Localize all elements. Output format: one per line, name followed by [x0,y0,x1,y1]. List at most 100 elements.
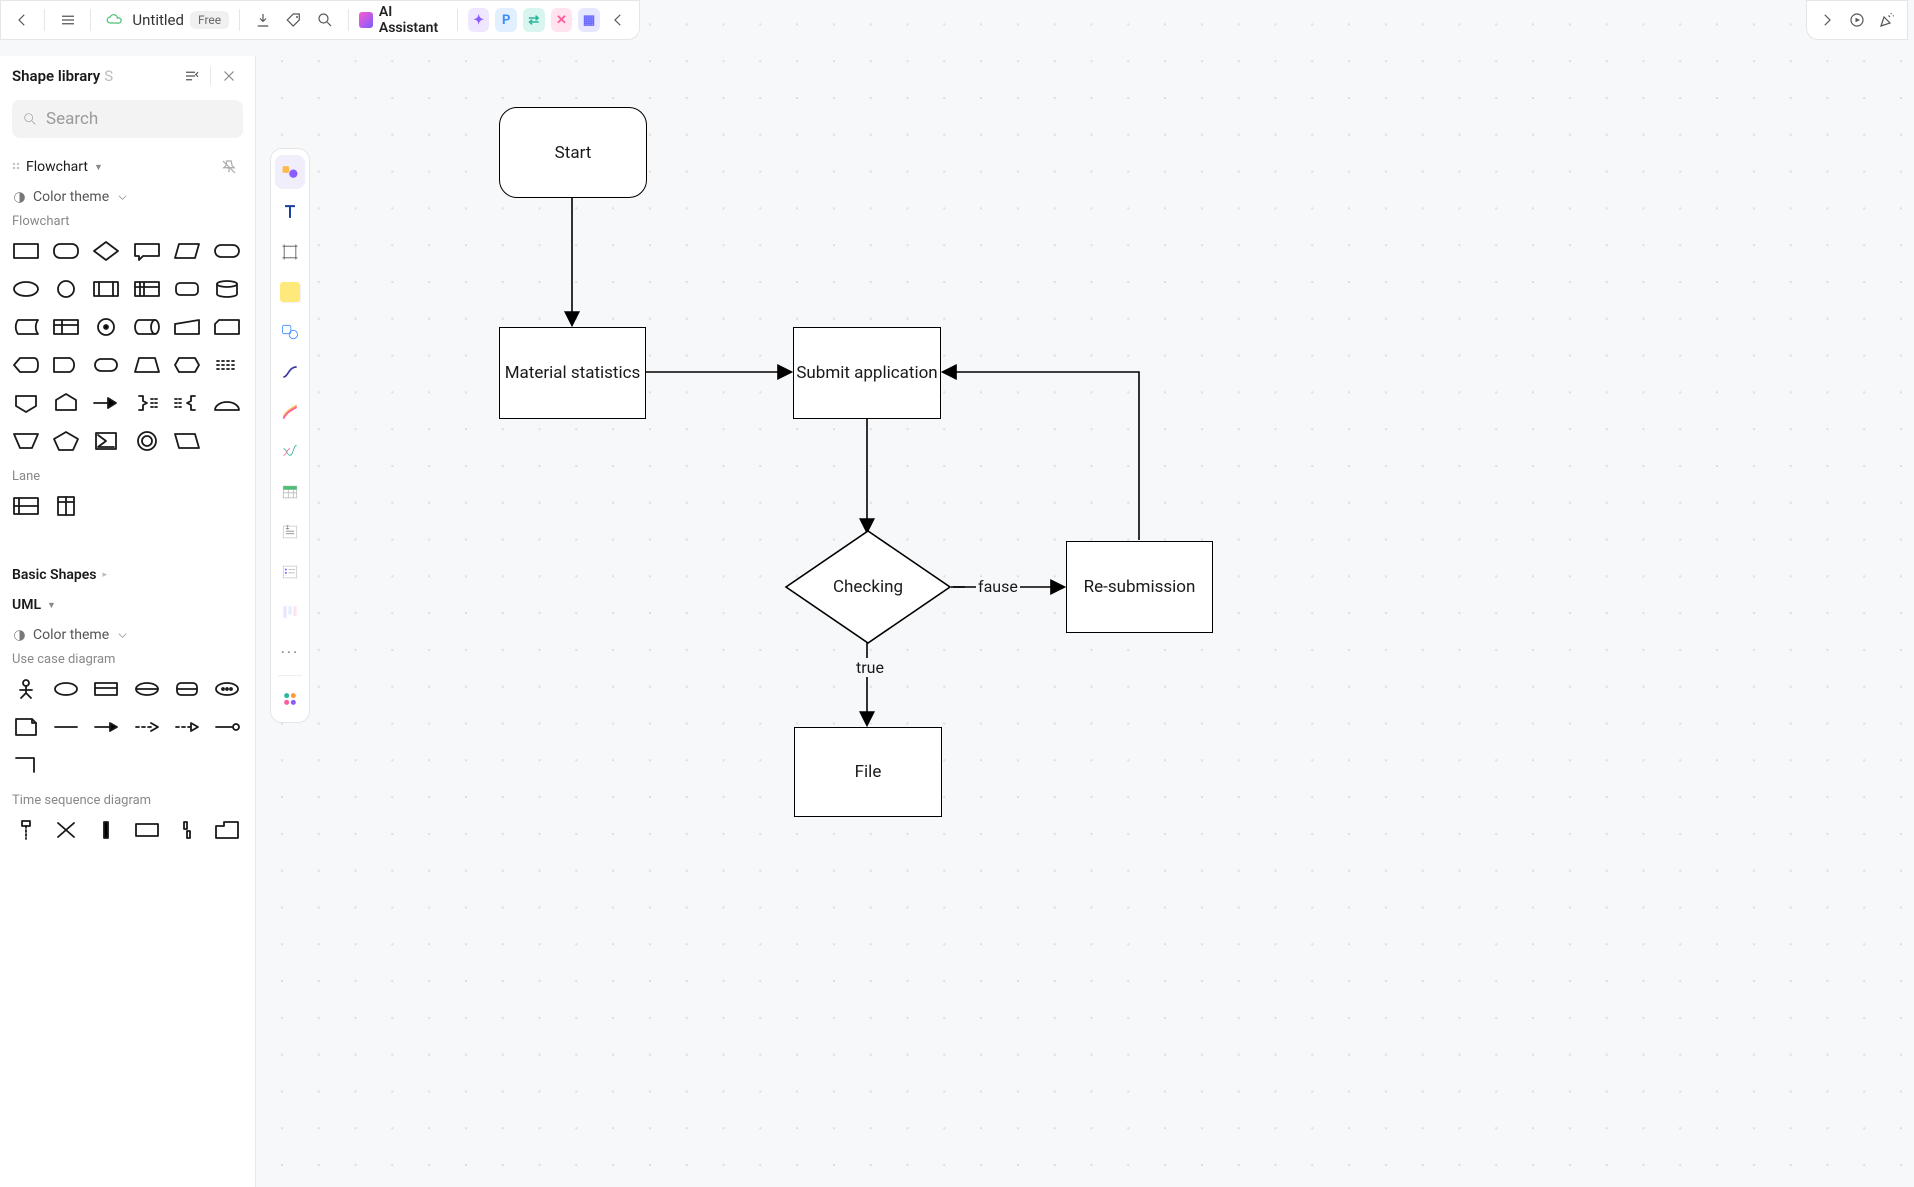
search-input[interactable]: Search [12,100,243,138]
shape-depend[interactable] [131,713,163,741]
tool-shape-combo[interactable] [275,315,305,349]
shape-double-circle[interactable] [131,427,163,455]
chip-x[interactable]: ✕ [551,8,573,32]
shape-pentagon[interactable] [50,427,82,455]
shape-parallelogram[interactable] [171,237,203,265]
unpin-button[interactable] [215,153,243,181]
shape-summing[interactable] [90,427,122,455]
chip-sparkle[interactable]: ✦ [468,8,490,32]
present-button[interactable] [1843,6,1871,34]
shape-control[interactable] [131,675,163,703]
shape-bracket-right[interactable] [131,389,163,417]
node-file[interactable]: File [794,727,942,817]
node-start[interactable]: Start [499,107,647,198]
shape-rounded-small[interactable] [171,275,203,303]
tag-button[interactable] [281,6,306,34]
shape-package[interactable] [211,816,243,844]
shape-activation[interactable] [90,816,122,844]
shape-display[interactable] [10,351,42,379]
shape-manual-op[interactable] [10,427,42,455]
shape-diamond[interactable] [90,237,122,265]
tool-shapes[interactable] [275,155,305,189]
shape-callout[interactable] [131,237,163,265]
shape-entity[interactable] [171,675,203,703]
section-flowchart[interactable]: Flowchart▼ [0,152,255,182]
tool-more[interactable]: ··· [275,635,305,669]
shape-rect[interactable] [10,237,42,265]
chip-grid[interactable]: ▦ [578,8,600,32]
node-submit-application[interactable]: Submit application [793,327,941,419]
shape-assoc[interactable] [50,713,82,741]
panel-close[interactable] [215,62,243,90]
section-basic-shapes[interactable]: Basic Shapes▸ [0,560,255,590]
shape-card[interactable] [211,313,243,341]
shape-delay[interactable] [50,351,82,379]
tool-mindmap[interactable] [275,435,305,469]
chip-p[interactable]: P [495,8,517,32]
shape-frame-seq[interactable] [131,816,163,844]
tool-apps[interactable] [275,682,305,716]
menu-button[interactable] [55,6,80,34]
color-theme-row-uml[interactable]: Color theme [0,620,255,650]
forward-button[interactable] [1813,6,1841,34]
chip-link[interactable]: ⇄ [523,8,545,32]
shape-table[interactable] [50,313,82,341]
shape-tag[interactable] [50,389,82,417]
shape-hexagon[interactable] [171,351,203,379]
shape-semicircle[interactable] [211,389,243,417]
tool-text-block[interactable]: T [275,515,305,549]
color-theme-row[interactable]: Color theme [0,182,255,212]
shape-manual-input[interactable] [171,313,203,341]
section-uml[interactable]: UML▼ [0,590,255,620]
shape-stored-data[interactable] [10,313,42,341]
tool-frame[interactable] [275,235,305,269]
shape-offpage[interactable] [10,389,42,417]
shape-more-lines[interactable] [211,351,243,379]
shape-lifeline[interactable] [10,816,42,844]
search-button[interactable] [312,6,337,34]
download-button[interactable] [250,6,275,34]
document-title[interactable]: Untitled [132,11,184,29]
shape-assoc-arrow[interactable] [90,713,122,741]
shape-combined[interactable] [171,816,203,844]
shape-usecase-ellipse[interactable] [50,675,82,703]
back-button[interactable] [9,6,34,34]
shape-terminator-alt[interactable] [90,351,122,379]
shape-note[interactable] [10,713,42,741]
shape-circle[interactable] [50,275,82,303]
tool-text[interactable] [275,195,305,229]
shape-more-dots[interactable] [211,675,243,703]
tool-table[interactable] [275,475,305,509]
shape-connector-circle[interactable] [90,313,122,341]
shape-trapezoid[interactable] [131,351,163,379]
shape-database[interactable] [211,275,243,303]
shape-ellipse[interactable] [10,275,42,303]
tool-sticky-note[interactable] [275,275,305,309]
collapse-chips-button[interactable] [606,6,631,34]
tool-kanban[interactable] [275,595,305,629]
shape-parallelo-alt[interactable] [171,427,203,455]
shape-pill[interactable] [211,237,243,265]
cloud-sync-icon[interactable] [101,6,126,34]
shape-bracket-left[interactable] [171,389,203,417]
shape-destroy[interactable] [50,816,82,844]
shape-corner[interactable] [10,751,42,779]
celebrate-button[interactable] [1873,6,1901,34]
shape-lane-horizontal[interactable] [10,492,42,520]
shape-arrow-right[interactable] [90,389,122,417]
shape-predef-process[interactable] [90,275,122,303]
tool-pen[interactable] [275,395,305,429]
node-resubmission[interactable]: Re-submission [1066,541,1213,633]
tool-connector[interactable] [275,355,305,389]
shape-lane-vertical[interactable] [50,492,82,520]
node-material-statistics[interactable]: Material statistics [499,327,646,419]
panel-list-toggle[interactable] [178,62,206,90]
shape-actor[interactable] [10,675,42,703]
ai-assistant-button[interactable]: AI Assistant [359,4,447,36]
shape-depend-open[interactable] [171,713,203,741]
shape-interface[interactable] [211,713,243,741]
tool-list[interactable] [275,555,305,589]
shape-boundary[interactable] [90,675,122,703]
shape-rounded-rect[interactable] [50,237,82,265]
shape-internal-storage[interactable] [131,275,163,303]
